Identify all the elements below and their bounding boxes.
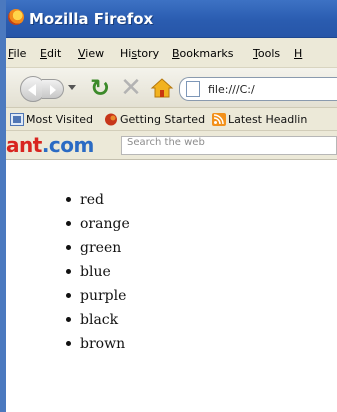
bookmark-label: Getting Started — [120, 113, 206, 126]
list-item: orange — [66, 212, 130, 236]
list-item: red — [66, 188, 130, 212]
bookmark-label: Most Visited — [26, 113, 93, 126]
navigation-toolbar: ↻ ✕ file:///C:/ — [6, 68, 337, 108]
menu-file-label: ile — [13, 47, 27, 60]
menu-history[interactable]: History — [120, 47, 159, 60]
list-item: brown — [66, 332, 130, 356]
rss-feed-icon — [212, 113, 226, 126]
list-item: purple — [66, 284, 130, 308]
browser-window: Mozilla Firefox File Edit View History B… — [0, 0, 337, 412]
most-visited-icon — [10, 113, 24, 126]
ask-logo-letter: a — [6, 133, 20, 157]
menu-view-label: iew — [85, 47, 105, 60]
menu-edit-accel: E — [40, 47, 47, 60]
menu-bookmarks[interactable]: Bookmarks — [172, 47, 233, 60]
list-item: blue — [66, 260, 130, 284]
menu-history-prefix: Hi — [120, 47, 132, 60]
bookmark-label: Latest Headlin — [228, 113, 308, 126]
reload-icon[interactable]: ↻ — [88, 76, 112, 100]
menu-edit[interactable]: Edit — [40, 47, 61, 60]
menu-help[interactable]: H — [294, 47, 302, 60]
getting-started-icon — [105, 113, 117, 126]
menu-tools-label: ools — [257, 47, 281, 60]
home-icon[interactable] — [150, 77, 174, 99]
window-title: Mozilla Firefox — [29, 10, 154, 28]
window-frame-left — [0, 0, 6, 412]
page-icon — [186, 81, 200, 97]
bookmarks-toolbar: Most Visited Getting Started Latest Head… — [6, 108, 337, 131]
menu-edit-label: dit — [46, 47, 62, 60]
search-input[interactable]: Search the web — [121, 136, 337, 155]
forward-button[interactable] — [42, 79, 64, 99]
title-bar: Mozilla Firefox — [0, 0, 337, 38]
menu-file[interactable]: File — [8, 47, 26, 60]
ask-logo[interactable]: ant.com — [6, 133, 94, 157]
menu-help-accel: H — [294, 47, 303, 60]
list-item: black — [66, 308, 130, 332]
list-item: green — [66, 236, 130, 260]
ask-logo-middle: nt — [19, 133, 42, 157]
stop-icon[interactable]: ✕ — [119, 75, 143, 101]
ask-logo-domain: .com — [41, 133, 95, 157]
menu-history-label: tory — [137, 47, 160, 60]
color-list: red orange green blue purple black brown — [66, 188, 130, 356]
page-content: red orange green blue purple black brown — [6, 161, 337, 412]
menu-bookmarks-label: ookmarks — [179, 47, 234, 60]
url-text[interactable]: file:///C:/ — [208, 83, 255, 96]
menu-view[interactable]: View — [78, 47, 104, 60]
url-bar[interactable]: file:///C:/ — [179, 77, 337, 101]
search-toolbar: ant.com Search the web — [6, 131, 337, 160]
menu-bookmarks-accel: B — [172, 47, 180, 60]
menu-tools[interactable]: Tools — [253, 47, 280, 60]
menu-bar: File Edit View History Bookmarks Tools H — [6, 38, 337, 68]
history-dropdown-icon[interactable] — [68, 85, 76, 90]
firefox-logo-icon — [8, 9, 24, 25]
